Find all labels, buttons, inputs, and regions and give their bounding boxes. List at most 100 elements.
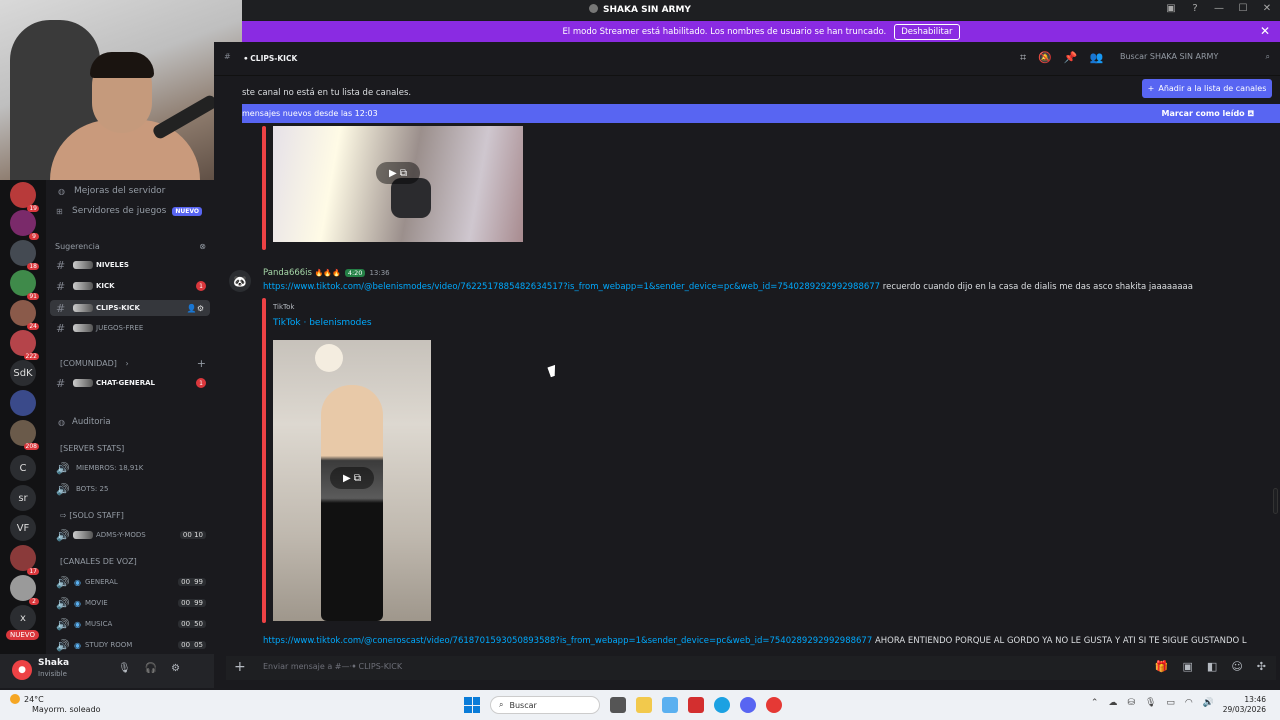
channel-settings-icon[interactable]: 👤⚙ [187,304,204,313]
author-avatar[interactable]: 🐼 [229,270,251,292]
play-icon[interactable]: ▶ ⧉ [376,162,420,184]
channel-chat-general[interactable]: # CHAT-GENERAL 1 [46,376,214,390]
header-tools: ⌗ 🔕 📌 👥 [1020,51,1103,65]
message-link-2[interactable]: https://www.tiktok.com/@coneroscast/vide… [263,636,872,646]
search-input[interactable]: Buscar SHAKA SIN ARMY ⌕ [1120,52,1270,66]
maximize-button[interactable]: ☐ [1236,3,1250,14]
display-icon[interactable]: ▭ [1166,698,1175,708]
pdf-app-icon[interactable] [688,697,704,713]
server-icon[interactable]: 222 [10,330,39,360]
category-server-stats[interactable]: [SERVER STATS] [60,444,124,453]
channel-audit[interactable]: ◍ Auditoria [46,415,214,429]
weather-widget[interactable]: 24°C Mayorm. soleado [10,694,101,715]
embed-title[interactable]: TikTok · belenismodes [273,318,372,328]
voice-adms-y-mods[interactable]: 🔊 ADMS-Y-MODS 00 10 [46,528,214,542]
voice-channel-musica[interactable]: 🔊 ◉ MUSICA 00 50 [46,617,214,631]
video-thumbnail-1[interactable]: ▶ ⧉ [273,126,523,242]
message-author[interactable]: Panda666is 🔥🔥🔥 4:20 13:36 [263,268,390,278]
channel-niveles[interactable]: # NIVELES [46,258,214,272]
hash-icon: # [56,301,66,315]
voice-channel-study-room[interactable]: 🔊 ◉ STUDY ROOM 00 05 [46,638,214,652]
disable-streamer-button[interactable]: Deshabilitar [894,23,960,40]
server-badge: 91 [27,293,39,300]
volume-icon[interactable]: 🔊 [1203,698,1214,708]
message-input[interactable]: + Enviar mensaje a #—·ꔷ CLIPS-KICK 🎁 ▣ ◧… [226,656,1276,680]
discord-icon[interactable] [740,697,756,713]
servers-new-badge[interactable]: NUEVO [6,630,39,640]
chevron-up-icon[interactable]: ⌃ [1091,698,1099,708]
server-icon[interactable]: 9 [10,210,39,240]
file-explorer-icon[interactable] [636,697,652,713]
inbox-icon[interactable]: ▣ [1164,3,1178,14]
server-icon[interactable]: 24 [10,300,39,330]
channel-emoji [73,379,93,387]
close-banner-icon[interactable]: ✕ [1260,24,1270,38]
channel-kick[interactable]: # KICK 1 [46,279,214,293]
chrome-icon[interactable] [766,697,782,713]
add-to-channel-list-button[interactable]: + Añadir a la lista de canales [1142,79,1272,98]
server-icon[interactable]: C [10,455,36,481]
server-icon[interactable]: 19 [10,182,39,212]
stat-members[interactable]: 🔊 MIEMBROS: 18,91k [46,461,214,475]
notifications-icon[interactable]: 🔕 [1038,51,1052,65]
server-icon[interactable]: SdK [10,360,36,386]
message-link[interactable]: https://www.tiktok.com/@belenismodes/vid… [263,282,880,292]
window-controls: ▣ ? — ☐ ✕ [1164,3,1274,14]
server-icon[interactable] [10,390,36,416]
wifi-icon[interactable]: ◠ [1185,698,1193,708]
help-icon[interactable]: ? [1188,3,1202,14]
video-thumbnail-2[interactable]: ▶ ⧉ [273,340,431,621]
server-icon[interactable]: 208 [10,420,39,450]
hash-icon: # [56,279,66,293]
server-icon[interactable]: 18 [10,240,39,270]
settings-icon[interactable]: ⚙ [171,663,180,674]
microphone-icon[interactable]: 🎙 [118,663,131,674]
add-channel-icon[interactable]: + [197,357,206,370]
scrollbar[interactable] [1273,488,1278,514]
pin-icon[interactable]: 📌 [1064,51,1078,65]
user-status: Invisible [38,670,67,678]
server-icon[interactable]: VF [10,515,36,541]
hash-icon: # [56,258,66,272]
dismiss-icon[interactable]: ⊗ [199,242,206,251]
copilot-icon[interactable] [662,697,678,713]
taskbar-search[interactable]: ⌕ Buscar [490,696,600,714]
server-icon[interactable]: 17 [10,545,39,575]
mark-as-read-button[interactable]: Marcar como leído ⛾ [1162,109,1255,119]
category-community[interactable]: [COMUNIDAD] › [60,359,129,368]
mic-tray-icon[interactable]: 🎙 [1145,698,1156,708]
threads-icon[interactable]: ⌗ [1020,51,1026,65]
channel-clips-kick[interactable]: # CLIPS-KICK 👤⚙ [50,300,210,316]
attach-icon[interactable]: + [234,659,246,675]
server-icon[interactable]: x [10,605,36,631]
emoji-icon[interactable]: ☺ [1231,660,1242,673]
sticker-icon[interactable]: ◧ [1207,660,1217,673]
channel-juegos-free[interactable]: # JUEGOS-FREE [46,321,214,335]
voice-channel-movie[interactable]: 🔊 ◉ MOVIE 00 99 [46,596,214,610]
task-view-icon[interactable] [610,697,626,713]
category-voice[interactable]: [CANALES DE VOZ] [60,557,137,566]
game-servers-item[interactable]: ⊞ Servidores de juegos NUEVO [46,204,214,218]
apps-icon[interactable]: ✣ [1257,660,1266,673]
new-messages-bar[interactable]: mensajes nuevos desde las 12:03 Marcar c… [242,104,1280,123]
server-icon[interactable]: sr [10,485,36,511]
usb-icon[interactable]: ⛁ [1127,698,1135,708]
headphones-icon[interactable]: 🎧 [145,663,157,674]
gift-icon[interactable]: 🎁 [1155,660,1169,673]
server-icon[interactable]: 2 [10,575,39,605]
gif-icon[interactable]: ▣ [1183,660,1193,673]
server-boosts-item[interactable]: ◍ Mejoras del servidor [46,184,214,198]
voice-channel-general[interactable]: 🔊 ◉ GENERAL 00 99 [46,575,214,589]
avatar[interactable]: ● [12,660,32,680]
minimize-button[interactable]: — [1212,3,1226,14]
clock[interactable]: 13:46 29/03/2026 [1223,695,1266,715]
edge-icon[interactable] [714,697,730,713]
stat-bots[interactable]: 🔊 BOTS: 25 [46,482,214,496]
server-icon[interactable]: 91 [10,270,39,300]
play-icon[interactable]: ▶ ⧉ [330,467,374,489]
members-icon[interactable]: 👥 [1090,51,1104,65]
cloud-icon[interactable]: ☁ [1108,698,1117,708]
windows-start-icon[interactable] [464,697,480,713]
close-window-button[interactable]: ✕ [1260,3,1274,14]
category-staff[interactable]: ⇨ [SOLO STAFF] [60,511,124,520]
